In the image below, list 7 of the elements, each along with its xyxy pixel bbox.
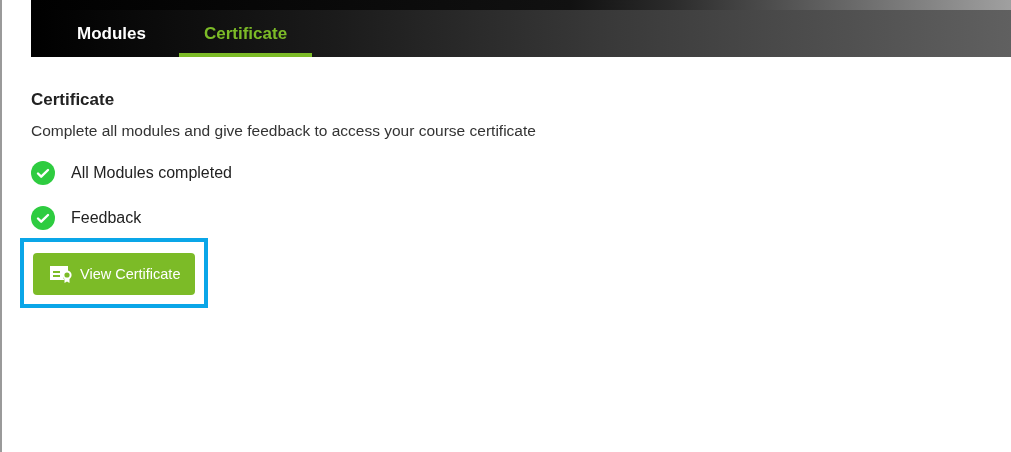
section-title: Certificate xyxy=(31,90,115,110)
requirement-label: All Modules completed xyxy=(71,163,232,182)
requirement-label: Feedback xyxy=(71,208,142,227)
certificate-icon xyxy=(48,264,72,284)
tab[interactable]: Certificate xyxy=(178,10,313,57)
section-description: Complete all modules and give feedback to access your course certificate xyxy=(31,122,536,140)
tab[interactable]: Modules xyxy=(64,10,159,57)
